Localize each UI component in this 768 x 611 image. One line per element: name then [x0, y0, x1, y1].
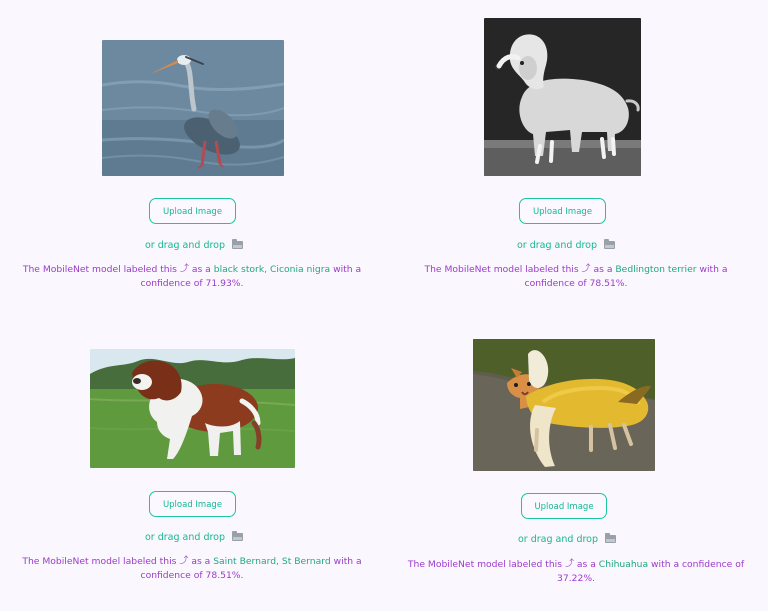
- prediction-caption: The MobileNet model labeled this ⤴ as a …: [16, 555, 368, 582]
- terrier-photo-image: [484, 18, 641, 176]
- caption-mid: as a: [593, 264, 613, 275]
- caption-after: with a: [333, 264, 362, 275]
- uploaded-image[interactable]: [90, 349, 295, 468]
- caption-mid: as a: [191, 264, 211, 275]
- caption-mid: as a: [576, 559, 596, 570]
- drag-drop-prompt[interactable]: or drag and drop: [145, 531, 244, 543]
- caption-prefix: The MobileNet model labeled this: [22, 264, 177, 275]
- upward-arrow-icon: ⤴: [179, 264, 189, 274]
- caption-prefix: The MobileNet model labeled this: [22, 556, 177, 567]
- drag-drop-prompt[interactable]: or drag and drop: [145, 239, 244, 251]
- prediction-caption: The MobileNet model labeled this ⤴ as a …: [396, 558, 756, 585]
- upload-image-button[interactable]: Upload Image: [149, 491, 236, 517]
- drag-drop-text: or drag and drop: [517, 240, 598, 251]
- classification-card: Upload Image or drag and drop The Mobile…: [384, 0, 768, 305]
- caption-after: with a: [699, 264, 728, 275]
- upward-arrow-icon: ⤴: [564, 559, 574, 569]
- upload-image-button[interactable]: Upload Image: [149, 198, 236, 224]
- prediction-caption: The MobileNet model labeled this ⤴ as a …: [16, 263, 368, 290]
- confidence-text: 37.22%.: [557, 573, 595, 584]
- caption-after: with a: [333, 556, 362, 567]
- upward-arrow-icon: ⤴: [179, 556, 189, 566]
- predicted-label: Chihuahua: [598, 559, 649, 570]
- folder-icon: [232, 239, 244, 249]
- caption-mid: as a: [191, 556, 211, 567]
- folder-icon: [232, 531, 244, 541]
- predicted-label: black stork, Ciconia nigra: [213, 264, 331, 275]
- prediction-caption: The MobileNet model labeled this ⤴ as a …: [396, 263, 756, 290]
- classification-card: Upload Image or drag and drop The Mobile…: [0, 0, 384, 305]
- predicted-label: Bedlington terrier: [615, 264, 697, 275]
- banana-dog-photo-image: [473, 339, 655, 471]
- upload-image-button[interactable]: Upload Image: [519, 198, 606, 224]
- uploaded-image[interactable]: [473, 339, 655, 471]
- predicted-label: Saint Bernard, St Bernard: [213, 556, 331, 567]
- drag-drop-text: or drag and drop: [145, 532, 226, 543]
- drag-drop-prompt[interactable]: or drag and drop: [518, 533, 617, 545]
- uploaded-image[interactable]: [102, 40, 284, 176]
- confidence-text: confidence of 78.51%.: [140, 570, 244, 581]
- drag-drop-text: or drag and drop: [145, 240, 226, 251]
- uploaded-image[interactable]: [484, 18, 641, 176]
- classification-card: Upload Image or drag and drop The Mobile…: [0, 305, 384, 610]
- confidence-text: confidence of 78.51%.: [524, 278, 628, 289]
- caption-after: with a confidence of: [651, 559, 745, 570]
- folder-icon: [605, 533, 617, 543]
- classification-card: Upload Image or drag and drop The Mobile…: [384, 305, 768, 610]
- upward-arrow-icon: ⤴: [581, 264, 591, 274]
- saint-bernard-photo-image: [90, 349, 295, 468]
- upload-image-button[interactable]: Upload Image: [521, 493, 607, 519]
- bird-photo-image: [102, 40, 284, 176]
- folder-icon: [604, 239, 616, 249]
- caption-prefix: The MobileNet model labeled this: [407, 559, 563, 570]
- drag-drop-text: or drag and drop: [518, 534, 599, 545]
- drag-drop-prompt[interactable]: or drag and drop: [517, 239, 616, 251]
- caption-prefix: The MobileNet model labeled this: [424, 264, 579, 275]
- confidence-text: confidence of 71.93%.: [140, 278, 244, 289]
